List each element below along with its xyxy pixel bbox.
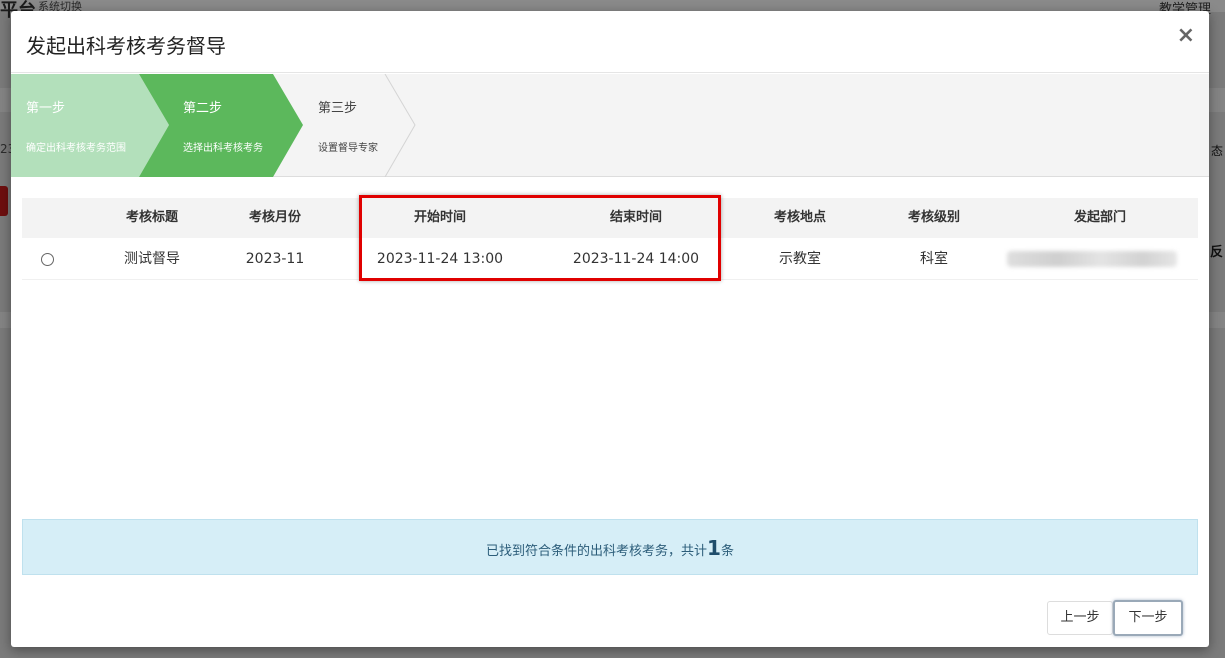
next-step-button[interactable]: 下一步 <box>1113 600 1183 636</box>
step-3-subtitle: 设置督导专家 <box>318 143 378 154</box>
previous-step-button[interactable]: 上一步 <box>1047 601 1113 635</box>
step-3-title: 第三步 <box>318 101 358 116</box>
header-level: 考核级别 <box>907 210 960 225</box>
row-select-radio[interactable] <box>41 253 54 266</box>
step-2-title: 第二步 <box>183 101 223 116</box>
cell-level: 科室 <box>920 251 948 267</box>
wizard-steps: 第一步 确定出科考核考务范围 第二步 选择出科考核考务 第三步 设置督导专家 <box>11 74 1209 177</box>
background-right-fragment: 反 <box>1209 245 1223 260</box>
background-right-fragment: 态 <box>1210 144 1223 158</box>
step-2-subtitle: 选择出科考核考务 <box>183 143 263 154</box>
close-button[interactable]: × <box>1177 25 1195 47</box>
step-3[interactable]: 第三步 <box>318 97 357 116</box>
supervision-dialog: 发起出科考核考务督导 × 第一步 确定出科考核考务范围 第二步 选择出科考核考务… <box>11 11 1209 647</box>
header-location: 考核地点 <box>773 210 826 225</box>
step-1-title: 第一步 <box>26 101 66 116</box>
info-suffix: 条 <box>720 544 734 559</box>
wizard-arrows <box>11 74 416 177</box>
step-3-subtitle-wrap: 设置督导专家 <box>318 139 378 154</box>
step-2[interactable]: 第二步 <box>183 97 222 116</box>
cell-location: 示教室 <box>779 251 821 267</box>
step-1-subtitle: 确定出科考核考务范围 <box>26 143 126 154</box>
step-2-subtitle-wrap: 选择出科考核考务 <box>183 139 263 154</box>
background-red-tab <box>0 186 8 216</box>
info-prefix: 已找到符合条件的出科考核考务，共计 <box>486 544 708 559</box>
step-1[interactable]: 第一步 <box>26 97 65 116</box>
header-month: 考核月份 <box>248 210 301 225</box>
time-columns-highlight <box>359 195 721 281</box>
header-title: 考核标题 <box>125 210 178 225</box>
cell-title: 测试督导 <box>124 251 180 267</box>
cell-month: 2023-11 <box>245 251 305 267</box>
info-count: 1 <box>707 536 721 560</box>
cell-department-redacted <box>1007 251 1177 267</box>
step-1-shape <box>11 74 169 177</box>
dialog-title: 发起出科考核考务督导 <box>26 34 226 58</box>
step-3-border <box>384 74 416 177</box>
step-1-subtitle-wrap: 确定出科考核考务范围 <box>26 139 126 154</box>
header-department: 发起部门 <box>1073 210 1126 225</box>
dialog-header: 发起出科考核考务督导 × <box>11 11 1209 73</box>
result-info-bar: 已找到符合条件的出科考核考务，共计1条 <box>22 519 1198 575</box>
